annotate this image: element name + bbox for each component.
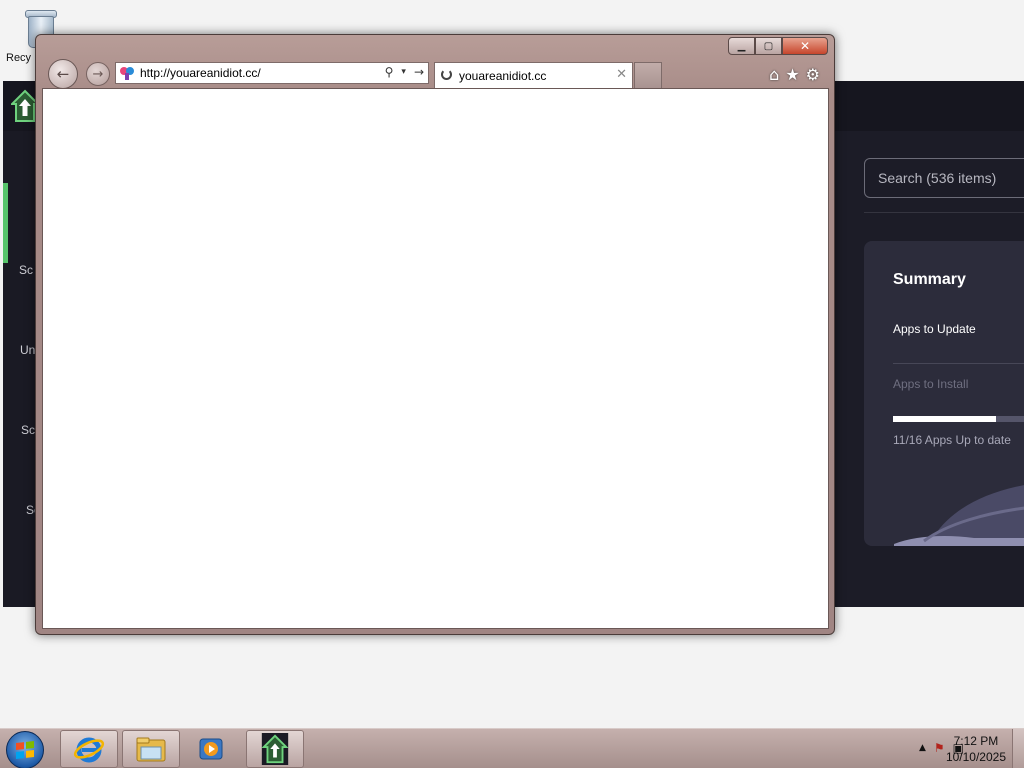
internet-explorer-icon — [73, 737, 105, 763]
star-icon[interactable]: ★ — [785, 65, 799, 84]
browser-toolbar-icons: ⌂ ★ ⚙ — [769, 65, 820, 84]
sidebar-item-1[interactable]: Sc — [19, 263, 33, 277]
maximize-button[interactable]: ▢ — [755, 37, 782, 55]
divider — [893, 363, 1024, 364]
back-button[interactable]: ← — [48, 59, 78, 89]
start-button[interactable] — [6, 731, 44, 768]
search-input[interactable]: Search (536 items) — [864, 158, 1024, 198]
taskbar-app-store[interactable] — [246, 730, 304, 768]
url-text[interactable]: http://youareanidiot.cc/ — [140, 66, 261, 80]
new-tab-button[interactable] — [634, 62, 662, 88]
taskbar-media-player[interactable] — [182, 730, 240, 768]
close-button[interactable]: ✕ — [782, 37, 828, 55]
back-arrow-icon: ← — [56, 65, 70, 83]
go-arrow-icon[interactable]: → — [414, 65, 424, 79]
maximize-icon: ▢ — [763, 40, 774, 52]
up-to-date-status: 11/16 Apps Up to date — [893, 433, 1011, 447]
divider — [864, 212, 1024, 213]
taskbar: ▲ ⚑ ▣ 7:12 PM 10/10/2025 — [0, 728, 1024, 768]
clock-date: 10/10/2025 — [945, 750, 1006, 764]
sidebar-item-2[interactable]: Un — [20, 343, 35, 357]
search-icon[interactable]: ⚲ — [385, 65, 394, 79]
forward-button[interactable]: → — [86, 62, 110, 86]
app-store-icon — [261, 733, 289, 765]
windows-logo-icon — [16, 741, 34, 759]
media-player-icon — [199, 738, 223, 760]
address-bar[interactable]: http://youareanidiot.cc/ ⚲ ▾ → — [115, 62, 429, 84]
site-favicon-icon — [120, 67, 134, 80]
show-desktop-button[interactable] — [1012, 729, 1024, 768]
minimize-button[interactable]: ▁ — [728, 37, 755, 55]
dropdown-icon[interactable]: ▾ — [401, 65, 406, 79]
summary-illustration-icon — [894, 485, 1024, 546]
sidebar-active-indicator — [3, 183, 8, 263]
close-icon: ✕ — [799, 39, 811, 53]
update-progress-bar — [893, 416, 1024, 422]
update-progress-fill — [893, 416, 997, 422]
window-controls: ▁ ▢ ✕ — [728, 37, 828, 55]
browser-window: ▁ ▢ ✕ ← → http://youareanidiot.cc/ ⚲ ▾ →… — [35, 34, 835, 635]
apps-to-install-link[interactable]: Apps to Install — [893, 377, 968, 391]
action-center-flag-icon[interactable]: ⚑ — [934, 741, 945, 755]
address-tools: ⚲ ▾ → — [385, 65, 424, 79]
home-icon[interactable]: ⌂ — [769, 65, 779, 84]
browser-tab-active[interactable]: youareanidiot.cc ✕ — [434, 62, 633, 88]
summary-card: Summary Apps to Update Apps to Install 1… — [864, 241, 1024, 546]
summary-title: Summary — [893, 271, 966, 288]
apps-to-update-link[interactable]: Apps to Update — [893, 322, 976, 336]
taskbar-file-explorer[interactable] — [122, 730, 180, 768]
minimize-icon: ▁ — [737, 40, 746, 52]
forward-arrow-icon: → — [92, 66, 104, 82]
taskbar-internet-explorer[interactable] — [60, 730, 118, 768]
tab-close-icon[interactable]: ✕ — [616, 67, 627, 82]
loading-spinner-icon — [441, 69, 452, 80]
browser-page-content[interactable] — [42, 88, 829, 629]
clock-time: 7:12 PM — [953, 734, 999, 748]
file-explorer-icon — [136, 737, 166, 762]
gear-icon[interactable]: ⚙ — [806, 65, 820, 84]
system-clock[interactable]: 7:12 PM 10/10/2025 — [946, 733, 1006, 765]
show-hidden-icons-icon[interactable]: ▲ — [919, 741, 926, 755]
tab-title: youareanidiot.cc — [459, 69, 547, 83]
